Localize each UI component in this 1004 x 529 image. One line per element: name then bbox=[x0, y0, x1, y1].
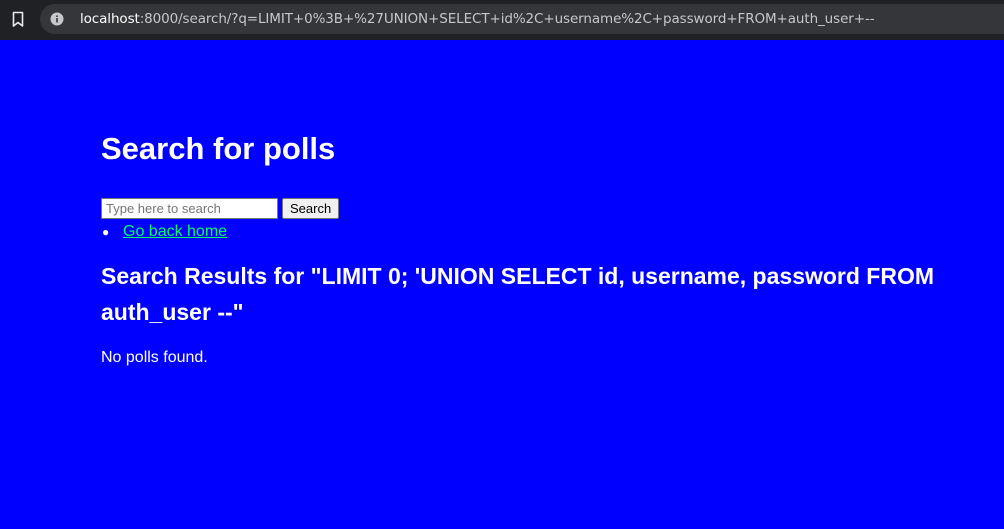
address-bar[interactable]: localhost:8000/search/?q=LIMIT+0%3B+%27U… bbox=[40, 4, 1004, 34]
url-path: :8000/search/?q=LIMIT+0%3B+%27UNION+SELE… bbox=[139, 11, 875, 27]
nav-list: ● Go back home bbox=[101, 220, 991, 244]
no-results-message: No polls found. bbox=[101, 349, 208, 366]
list-item: ● Go back home bbox=[101, 220, 991, 244]
browser-toolbar: localhost:8000/search/?q=LIMIT+0%3B+%27U… bbox=[0, 0, 1004, 40]
bullet-icon: ● bbox=[102, 225, 110, 239]
search-form: Search bbox=[101, 197, 991, 219]
go-back-home-link[interactable]: Go back home bbox=[123, 223, 227, 240]
info-icon[interactable] bbox=[50, 12, 64, 26]
page-content: Search for polls Search ● Go back home S… bbox=[101, 128, 991, 368]
search-input[interactable] bbox=[101, 197, 278, 219]
url-host: localhost bbox=[80, 11, 140, 27]
page-title: Search for polls bbox=[101, 131, 336, 166]
bookmark-icon[interactable] bbox=[9, 9, 27, 29]
search-button[interactable]: Search bbox=[282, 197, 340, 219]
search-results-heading: Search Results for "LIMIT 0; 'UNION SELE… bbox=[101, 263, 935, 325]
url-text[interactable]: localhost:8000/search/?q=LIMIT+0%3B+%27U… bbox=[80, 11, 875, 27]
